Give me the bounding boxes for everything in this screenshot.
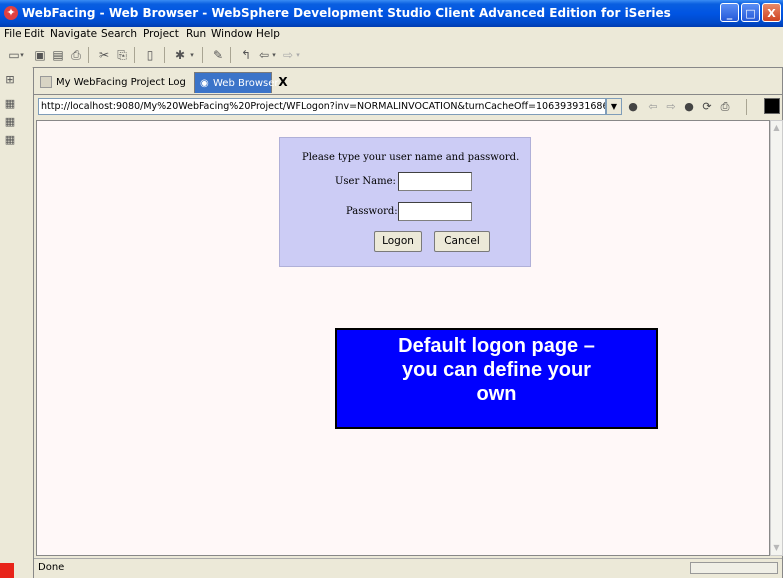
callout-line: you can define your [402, 359, 591, 381]
minimize-button[interactable]: _ [720, 3, 739, 22]
tab-label: Web Browser [213, 78, 279, 89]
toolbar-separator [134, 47, 135, 63]
vertical-scrollbar[interactable]: ▲ ▼ [770, 120, 783, 556]
window-title: WebFacing - Web Browser - WebSphere Deve… [22, 6, 671, 20]
browser-back-icon[interactable]: ⇦ [646, 100, 660, 114]
go-icon[interactable]: ● [626, 100, 640, 114]
toolbar-separator [746, 99, 747, 115]
app-window: ✦ WebFacing - Web Browser - WebSphere De… [0, 0, 783, 578]
browser-content: Please type your user name and password.… [36, 120, 770, 556]
editor-tabs: My WebFacing Project Log ◉ Web Browser X [34, 68, 782, 95]
menu-navigate[interactable]: Navigate [50, 28, 97, 40]
callout-line: own [476, 383, 517, 405]
perspective-server-icon[interactable]: ▦ [3, 133, 17, 147]
globe-icon: ◉ [200, 78, 209, 89]
properties-icon[interactable]: ▯ [142, 47, 158, 63]
scroll-up-icon[interactable]: ▲ [771, 121, 782, 135]
open-perspective-icon[interactable]: ⊞ [3, 73, 17, 87]
toolbar-separator [230, 47, 231, 63]
close-button[interactable]: X [762, 3, 781, 22]
password-label: Password: [346, 206, 398, 217]
menu-search[interactable]: Search [101, 28, 137, 40]
menu-help[interactable]: Help [256, 28, 280, 40]
perspective-web-icon[interactable]: ▦ [3, 97, 17, 111]
forward-dropdown-icon[interactable]: ▾ [294, 47, 302, 63]
title-bar: ✦ WebFacing - Web Browser - WebSphere De… [0, 0, 783, 27]
browser-toolbar: http://localhost:9080/My%20WebFacing%20P… [34, 96, 782, 118]
maximize-button[interactable]: □ [741, 3, 760, 22]
status-bar: Done [34, 558, 782, 578]
logon-button[interactable]: Logon [374, 231, 422, 252]
editor-area: My WebFacing Project Log ◉ Web Browser X… [33, 67, 783, 578]
cut-icon[interactable]: ✂ [96, 47, 112, 63]
websphere-icon: ✦ [4, 6, 18, 20]
perspective-bar: ⊞ ▦ ▦ ▦ [0, 67, 32, 578]
tab-web-browser[interactable]: ◉ Web Browser [194, 72, 279, 93]
slide-marker [0, 563, 14, 578]
menu-bar: File Edit Navigate Search Project Run Wi… [0, 27, 783, 43]
log-icon [40, 76, 52, 88]
save-icon[interactable]: ▣ [32, 47, 48, 63]
main-toolbar: ▭ ▾ ▣ ▤ ⎙ ✂ ⎘ ▯ ✱ ▾ ✎ ↰ ⇦ ▾ ⇨ ▾ [0, 43, 783, 68]
menu-window[interactable]: Window [211, 28, 252, 40]
perspective-resource-icon[interactable]: ▦ [3, 115, 17, 129]
save-all-icon[interactable]: ▤ [50, 47, 66, 63]
stop-icon[interactable]: ● [682, 100, 696, 114]
busy-indicator-icon [764, 98, 780, 114]
username-label: User Name: [335, 176, 396, 187]
password-field[interactable] [398, 202, 472, 221]
url-field[interactable]: http://localhost:9080/My%20WebFacing%20P… [38, 98, 606, 115]
debug-icon[interactable]: ✱ [172, 47, 188, 63]
close-tab-icon[interactable]: X [276, 72, 290, 93]
url-history-dropdown[interactable]: ▼ [606, 98, 622, 115]
refresh-icon[interactable]: ⟳ [700, 100, 714, 114]
toolbar-separator [202, 47, 203, 63]
toolbar-separator [88, 47, 89, 63]
new-dropdown-icon[interactable]: ▾ [18, 47, 26, 63]
menu-run[interactable]: Run [186, 28, 206, 40]
tab-project-log[interactable]: My WebFacing Project Log [38, 72, 190, 93]
pin-icon[interactable]: ✎ [210, 47, 226, 63]
scroll-down-icon[interactable]: ▼ [771, 541, 782, 555]
logon-prompt: Please type your user name and password. [302, 152, 520, 163]
back-dropdown-icon[interactable]: ▾ [270, 47, 278, 63]
debug-dropdown-icon[interactable]: ▾ [188, 47, 196, 63]
last-edit-icon[interactable]: ↰ [238, 47, 254, 63]
logon-form: Please type your user name and password.… [279, 137, 531, 267]
print-icon[interactable]: ⎙ [68, 47, 84, 63]
menu-file[interactable]: File [4, 28, 22, 40]
menu-project[interactable]: Project [143, 28, 179, 40]
paste-icon[interactable]: ⎘ [114, 47, 130, 63]
progress-bar [690, 562, 778, 574]
annotation-callout: Default logon page – you can define your… [335, 328, 658, 429]
status-text: Done [38, 562, 65, 573]
menu-edit[interactable]: Edit [24, 28, 44, 40]
callout-line: Default logon page – [398, 335, 595, 357]
toolbar-separator [164, 47, 165, 63]
cancel-button[interactable]: Cancel [434, 231, 490, 252]
browser-forward-icon[interactable]: ⇨ [664, 100, 678, 114]
username-field[interactable] [398, 172, 472, 191]
browser-print-icon[interactable]: ⎙ [718, 100, 732, 114]
tab-label: My WebFacing Project Log [56, 77, 186, 88]
